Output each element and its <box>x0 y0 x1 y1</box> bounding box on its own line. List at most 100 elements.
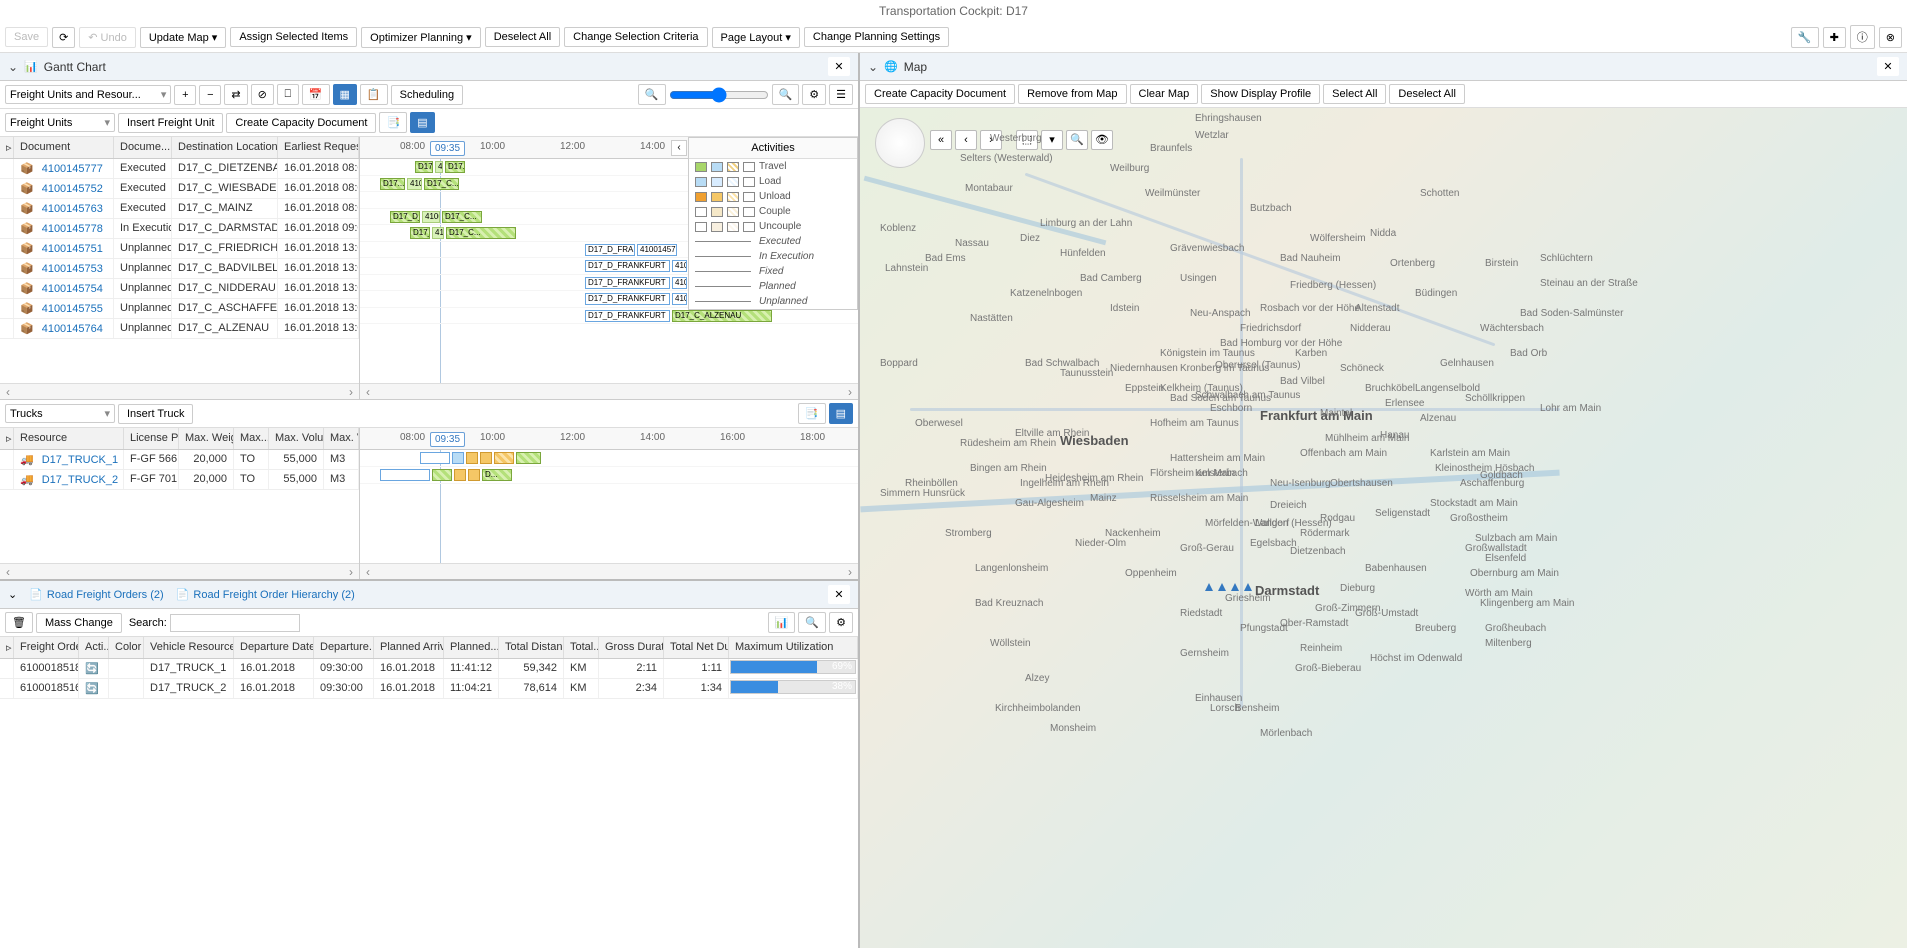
collapse-all-icon[interactable]: ⎕ <box>277 84 299 105</box>
col-mwu[interactable]: Max... <box>234 428 269 449</box>
destination-link[interactable]: D17_C_MAINZ <box>172 199 278 218</box>
document-link[interactable]: 4100145753 <box>42 263 103 275</box>
map-collapse-icon[interactable]: ⌄ <box>868 60 878 74</box>
col-vehicle[interactable]: Vehicle Resource <box>144 637 234 658</box>
col-docume[interactable]: Docume... <box>114 137 172 158</box>
table-row[interactable]: 6100018516 🔄 D17_TRUCK_2 16.01.2018 09:3… <box>0 679 858 699</box>
col-total-net[interactable]: Total Net Dur... <box>664 637 729 658</box>
col-total-distance[interactable]: Total Distance <box>499 637 564 658</box>
update-map-button[interactable]: Update Map ▾ <box>140 27 227 48</box>
refresh-button[interactable]: ⟳ <box>52 27 75 48</box>
destination-link[interactable]: D17_C_WIESBADEN <box>172 179 278 198</box>
orders-collapse-icon[interactable]: ⌄ <box>8 588 17 601</box>
clear-map-button[interactable]: Clear Map <box>1130 84 1199 104</box>
destination-link[interactable]: D17_C_BADVILBEL <box>172 259 278 278</box>
document-link[interactable]: 4100145755 <box>42 303 103 315</box>
table-row[interactable]: 🚚D17_TRUCK_2 F-GF 701 20,000 TO 55,000 M… <box>0 470 359 490</box>
search-icon[interactable]: 🔍 <box>638 84 666 105</box>
zoom-in-icon[interactable]: 🔍 <box>772 84 800 105</box>
destination-link[interactable]: D17_C_FRIEDRICHSDORF <box>172 239 278 258</box>
document-link[interactable]: 4100145751 <box>42 243 103 255</box>
remove-from-map-button[interactable]: Remove from Map <box>1018 84 1126 104</box>
col-earliest[interactable]: Earliest Requested Ti... <box>278 137 359 158</box>
col-planned-arr[interactable]: Planned Arriv... <box>374 637 444 658</box>
document-link[interactable]: 4100145752 <box>42 183 103 195</box>
map-select-icon[interactable]: ▾ <box>1041 130 1063 150</box>
insert-freight-unit-button[interactable]: Insert Freight Unit <box>118 113 223 133</box>
document-link[interactable]: 4100145778 <box>42 223 103 235</box>
collapse-icon[interactable]: ⌄ <box>8 60 18 74</box>
assign-selected-button[interactable]: Assign Selected Items <box>230 27 357 47</box>
table-row[interactable]: 📦4100145754 Unplanned D17_C_NIDDERAU 16.… <box>0 279 359 299</box>
destination-link[interactable]: D17_C_NIDDERAU <box>172 279 278 298</box>
legend-collapse-icon[interactable]: ‹ <box>671 140 687 156</box>
destination-link[interactable]: D17_C_DARMSTADT <box>172 219 278 238</box>
expand-col-icon[interactable]: ▹ <box>0 137 14 158</box>
fu-gantt-scroll[interactable]: ‹› <box>360 383 858 399</box>
map-pan-left-icon[interactable]: « <box>930 130 952 150</box>
freight-order-link[interactable]: 6100018518 <box>14 659 79 678</box>
filter-icon[interactable]: ⚙ <box>802 84 826 105</box>
orders-close-icon[interactable]: ✕ <box>828 585 850 604</box>
col-resource[interactable]: Resource <box>14 428 124 449</box>
document-link[interactable]: 4100145754 <box>42 283 103 295</box>
table-row[interactable]: 📦4100145753 Unplanned D17_C_BADVILBEL 16… <box>0 259 359 279</box>
destination-link[interactable]: D17_C_ASCHAFFENBURG <box>172 299 278 318</box>
fullscreen-icon[interactable]: ✚ <box>1823 27 1846 48</box>
truck-gantt-scroll[interactable]: ‹› <box>360 563 858 579</box>
map-search-icon[interactable]: 🔍 <box>1066 130 1088 150</box>
print-icon[interactable]: 🔍 <box>798 612 826 633</box>
trucks-dropdown[interactable]: Trucks <box>5 404 115 423</box>
mass-change-button[interactable]: Mass Change <box>36 613 122 633</box>
minus-icon[interactable]: − <box>199 85 221 105</box>
show-display-profile-button[interactable]: Show Display Profile <box>1201 84 1320 104</box>
tab-road-freight-hierarchy[interactable]: 📄Road Freight Order Hierarchy (2) <box>176 588 355 601</box>
insert-truck-button[interactable]: Insert Truck <box>118 404 193 424</box>
truck-filter-icon[interactable]: 📑 <box>798 403 826 424</box>
table-row[interactable]: 📦4100145751 Unplanned D17_C_FRIEDRICHSDO… <box>0 239 359 259</box>
destination-link[interactable]: D17_C_ALZENAU <box>172 319 278 338</box>
col-document[interactable]: Document <box>14 137 114 158</box>
table-row[interactable]: 📦4100145763 Executed D17_C_MAINZ 16.01.2… <box>0 199 359 219</box>
col-departure[interactable]: Departure... <box>314 637 374 658</box>
freight-units-dropdown[interactable]: Freight Units <box>5 113 115 132</box>
deselect-all-button[interactable]: Deselect All <box>485 27 560 47</box>
save-button[interactable]: Save <box>5 27 48 47</box>
table-row[interactable]: 📦4100145778 In Execution D17_C_DARMSTADT… <box>0 219 359 239</box>
col-planned[interactable]: Planned... <box>444 637 499 658</box>
help-icon[interactable]: ⓘ <box>1850 25 1875 49</box>
optimizer-planning-button[interactable]: Optimizer Planning ▾ <box>361 27 481 48</box>
view-mode-icon[interactable]: ▦ <box>333 84 357 105</box>
legend-toggle-icon[interactable]: ☰ <box>829 84 853 105</box>
close-panel-icon[interactable]: ✕ <box>828 57 850 76</box>
zoom-slider[interactable] <box>669 87 769 103</box>
compass-icon[interactable] <box>875 118 925 168</box>
action-icon[interactable]: 🔄 <box>85 683 99 695</box>
table-row[interactable]: 📦4100145752 Executed D17_C_WIESBADEN 16.… <box>0 179 359 199</box>
add-icon[interactable]: + <box>174 85 196 105</box>
tab-road-freight-orders[interactable]: 📄Road Freight Orders (2) <box>29 588 163 601</box>
destination-link[interactable]: D17_C_DIETZENBACH <box>172 159 278 178</box>
col-max-vol[interactable]: Max. Volume <box>269 428 324 449</box>
truck-table-scroll[interactable]: ‹› <box>0 563 359 579</box>
delete-icon[interactable]: 🗑 <box>5 612 33 633</box>
fu-table-scroll[interactable]: ‹› <box>0 383 359 399</box>
table-row[interactable]: 🚚D17_TRUCK_1 F-GF 566 20,000 TO 55,000 M… <box>0 450 359 470</box>
document-link[interactable]: 4100145763 <box>42 203 103 215</box>
change-selection-criteria-button[interactable]: Change Selection Criteria <box>564 27 707 47</box>
undo-button[interactable]: ↶Undo <box>79 27 136 48</box>
col-gross-duration[interactable]: Gross Duration <box>599 637 664 658</box>
resource-link[interactable]: D17_TRUCK_1 <box>42 454 118 466</box>
truck-expand-col[interactable]: ▹ <box>0 428 14 449</box>
settings-icon[interactable]: ⚙ <box>829 612 853 633</box>
detail-icon[interactable]: 📋 <box>360 84 388 105</box>
create-capacity-document-button[interactable]: Create Capacity Document <box>226 113 376 133</box>
map-select-all-button[interactable]: Select All <box>1323 84 1386 104</box>
personalize-icon[interactable]: 🔧 <box>1791 27 1819 48</box>
col-max-weight[interactable]: Max. Weight <box>179 428 234 449</box>
freight-order-link[interactable]: 6100018516 <box>14 679 79 698</box>
profile-dropdown[interactable]: Freight Units and Resour... <box>5 85 171 104</box>
table-row[interactable]: 📦4100145755 Unplanned D17_C_ASCHAFFENBUR… <box>0 299 359 319</box>
action1-icon[interactable]: 📑 <box>379 112 407 133</box>
calendar-icon[interactable]: 📅 <box>302 84 330 105</box>
